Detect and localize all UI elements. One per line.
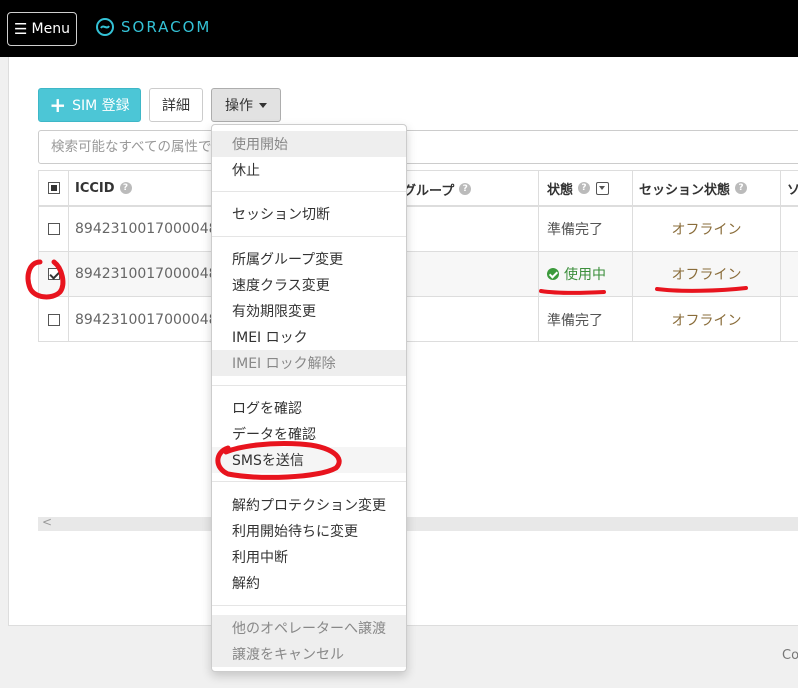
check-circle-icon: [547, 268, 559, 280]
menu-label: Menu: [31, 21, 70, 37]
operations-dropdown: 使用開始 休止 セッション切断 所属グループ変更 速度クラス変更 有効期限変更 …: [211, 124, 407, 672]
state-header[interactable]: 状態 ?: [539, 171, 633, 205]
menu-divider: [212, 236, 406, 237]
top-bar: ☰ Menu SORACOM: [0, 0, 798, 57]
menu-item-change-speed-class[interactable]: 速度クラス変更: [212, 272, 406, 298]
detail-label: 詳細: [162, 98, 190, 114]
menu-divider: [212, 605, 406, 606]
row-select-cell: [39, 297, 69, 342]
menu-button[interactable]: ☰ Menu: [7, 12, 77, 46]
session-header[interactable]: セッション状態 ?: [633, 171, 781, 205]
menu-item-deactivate[interactable]: 利用中断: [212, 544, 406, 570]
menu-item-change-group[interactable]: 所属グループ変更: [212, 246, 406, 272]
menu-item-imei-lock[interactable]: IMEI ロック: [212, 324, 406, 350]
menu-divider: [212, 385, 406, 386]
state-text: 使用中: [564, 267, 606, 283]
detail-button[interactable]: 詳細: [149, 88, 203, 122]
select-all-cell: [39, 171, 69, 205]
extra-cell: [781, 297, 798, 342]
operations-label: 操作: [225, 98, 253, 114]
row-checkbox[interactable]: [47, 313, 60, 326]
group-header-label: グループ: [403, 183, 455, 199]
menu-item-start-use[interactable]: 使用開始: [212, 131, 406, 157]
menu-item-suspend[interactable]: 休止: [212, 157, 406, 183]
menu-item-cancel-transfer[interactable]: 譲渡をキャンセル: [212, 641, 406, 667]
state-text: 準備完了: [547, 312, 603, 329]
state-text: 準備完了: [547, 222, 603, 238]
table-row[interactable]: 8942310017000048184 準備完了 オフライン: [39, 297, 798, 342]
menu-item-send-sms[interactable]: SMSを送信: [212, 447, 406, 473]
logo-text: SORACOM: [121, 18, 212, 36]
group-header[interactable]: グループ ?: [403, 171, 472, 207]
state-cell: 準備完了: [539, 207, 633, 251]
horizontal-scrollbar[interactable]: <: [38, 515, 798, 531]
menu-item-change-expiry[interactable]: 有効期限変更: [212, 298, 406, 324]
help-icon[interactable]: ?: [578, 182, 591, 194]
row-select-cell: [39, 207, 69, 251]
state-cell: 使用中: [539, 252, 633, 296]
register-sim-button[interactable]: + SIM 登録: [38, 88, 141, 122]
footer-text: Co: [782, 648, 798, 663]
sim-table: ICCID ? 状態 ? セッション状態 ? ソ グループ ? 89423100…: [38, 170, 798, 342]
menu-item-set-standby[interactable]: 利用開始待ちに変更: [212, 518, 406, 544]
plus-icon: +: [49, 93, 67, 117]
help-icon[interactable]: ?: [459, 183, 472, 195]
session-header-label: セッション状態: [639, 182, 731, 198]
row-select-cell: [39, 252, 69, 296]
session-cell: オフライン: [633, 297, 781, 342]
menu-divider: [212, 481, 406, 482]
soracom-logo-icon: [96, 18, 114, 36]
menu-item-transfer-operator[interactable]: 他のオペレーターへ譲渡: [212, 615, 406, 641]
state-header-label: 状態: [547, 182, 574, 198]
menu-item-view-logs[interactable]: ログを確認: [212, 395, 406, 421]
menu-item-view-data[interactable]: データを確認: [212, 421, 406, 447]
iccid-header-label: ICCID: [75, 180, 115, 196]
menu-divider: [212, 191, 406, 192]
help-icon[interactable]: ?: [119, 182, 132, 194]
register-sim-label: SIM 登録: [72, 98, 130, 114]
extra-header[interactable]: ソ: [781, 171, 798, 205]
extra-header-label: ソ: [787, 182, 798, 198]
scroll-left-icon[interactable]: <: [42, 515, 52, 529]
session-cell: オフライン: [633, 207, 781, 251]
filter-icon[interactable]: [596, 181, 610, 195]
state-cell: 準備完了: [539, 297, 633, 342]
menu-item-imei-unlock[interactable]: IMEI ロック解除: [212, 350, 406, 376]
help-icon[interactable]: ?: [735, 182, 748, 194]
hamburger-icon: ☰: [14, 20, 28, 38]
extra-cell: [781, 252, 798, 296]
row-checkbox[interactable]: [47, 268, 60, 280]
row-checkbox[interactable]: [47, 223, 60, 235]
caret-down-icon: [259, 102, 267, 108]
session-cell: オフライン: [633, 252, 781, 296]
select-all-checkbox[interactable]: [47, 182, 60, 194]
menu-item-terminate[interactable]: 解約: [212, 570, 406, 596]
table-row[interactable]: 8942310017000048160 準備完了 オフライン: [39, 207, 798, 252]
search-input[interactable]: [38, 130, 798, 164]
state-active: 使用中: [547, 264, 606, 284]
logo[interactable]: SORACOM: [95, 17, 211, 37]
operations-button[interactable]: 操作: [211, 88, 281, 122]
menu-item-disconnect-session[interactable]: セッション切断: [212, 201, 406, 227]
menu-item-termination-protection[interactable]: 解約プロテクション変更: [212, 492, 406, 518]
table-row[interactable]: 8942310017000048177 使用中 オフライン: [39, 252, 798, 297]
extra-cell: [781, 207, 798, 251]
